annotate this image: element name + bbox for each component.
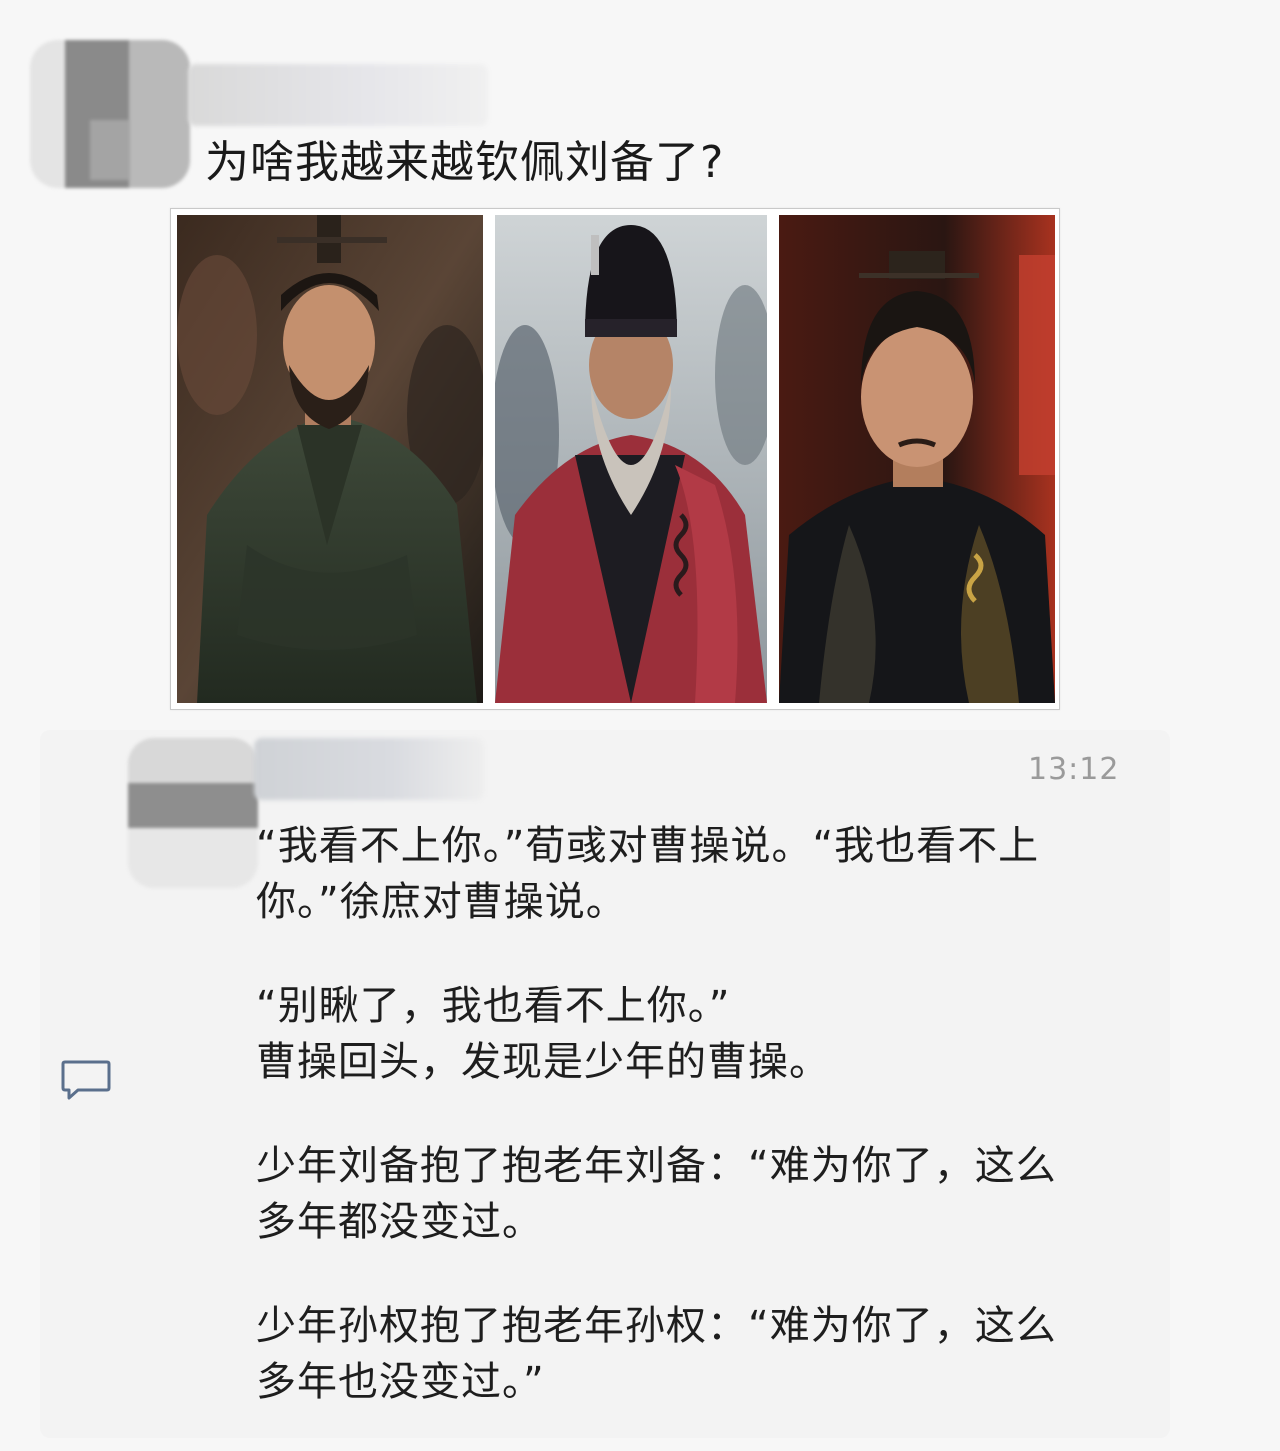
avatar-blurred[interactable] <box>30 40 190 188</box>
photo-cao-cao[interactable] <box>495 215 767 703</box>
post-body: “我看不上你。”荀彧对曹操说。“我也看不上 你。”徐庶对曹操说。 “别瞅了，我也… <box>256 818 1156 1410</box>
feed-page: 为啥我越来越钦佩刘备了? 13:12 “我看不上你。”荀彧对曹操说。“我也看不上… <box>0 0 1280 1451</box>
paragraph: 少年孙权抱了抱老年孙权：“难为你了，这么 多年也没变过。” <box>256 1303 1057 1405</box>
username-blurred[interactable] <box>188 64 488 126</box>
paragraph: 少年刘备抱了抱老年刘备：“难为你了，这么 多年都没变过。 <box>256 1143 1057 1245</box>
paragraph: “我看不上你。”荀彧对曹操说。“我也看不上 你。”徐庶对曹操说。 <box>256 823 1040 925</box>
avatar-blurred[interactable] <box>128 738 258 888</box>
post-1: 为啥我越来越钦佩刘备了? <box>0 0 1280 730</box>
photo-liu-bei[interactable] <box>177 215 483 703</box>
photo-young-man[interactable] <box>779 215 1055 703</box>
username-blurred[interactable] <box>254 738 484 800</box>
post-timestamp: 13:12 <box>1028 752 1120 787</box>
comment-bubble-icon[interactable] <box>60 1058 112 1104</box>
paragraph: “别瞅了，我也看不上你。” 曹操回头，发现是少年的曹操。 <box>256 983 830 1085</box>
post-title: 为啥我越来越钦佩刘备了? <box>205 137 725 188</box>
image-gallery <box>170 208 1060 710</box>
